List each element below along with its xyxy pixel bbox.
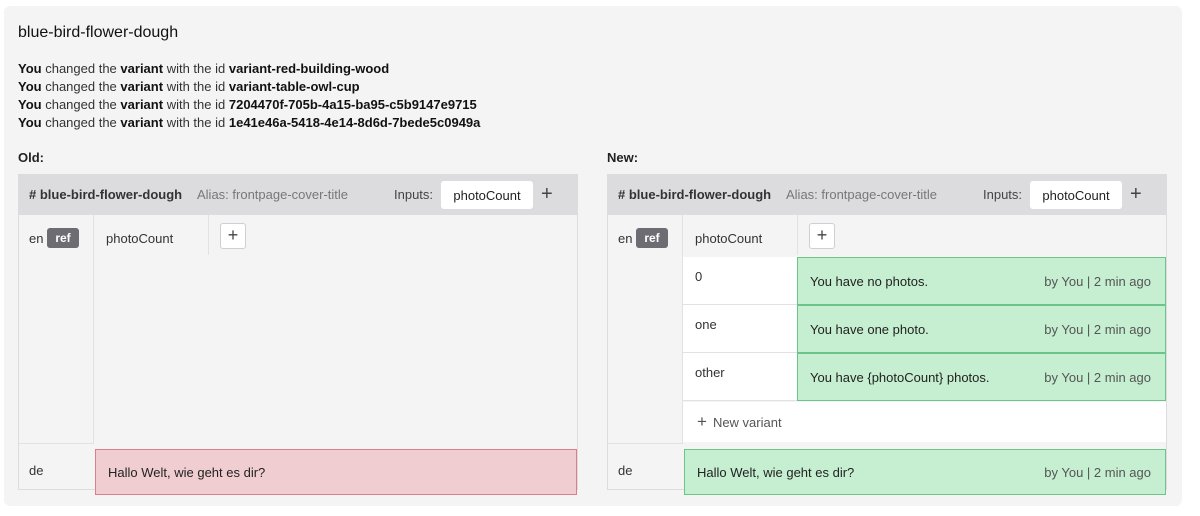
variant-match-0: 0 xyxy=(683,257,798,305)
ref-badge: ref xyxy=(636,228,668,248)
divider xyxy=(208,215,209,255)
variant-value-other[interactable]: You have {photoCount} photos. by You | 2… xyxy=(797,353,1166,401)
value-text: Hallo Welt, wie geht es dir? xyxy=(108,464,266,480)
change-entry: You changed the variant with the id 7204… xyxy=(18,97,477,112)
message-alias: Alias: frontpage-cover-title xyxy=(197,187,349,202)
value-text: You have no photos. xyxy=(810,273,929,289)
message-key: # blue-bird-flower-dough xyxy=(29,187,183,202)
old-value-de[interactable]: Hallo Welt, wie geht es dir? xyxy=(95,449,577,495)
change-entry: You changed the variant with the id vari… xyxy=(18,61,390,76)
add-input-button[interactable]: + xyxy=(541,183,553,205)
divider xyxy=(19,443,94,444)
value-meta: by You | 2 min ago xyxy=(1044,369,1151,385)
add-input-button[interactable]: + xyxy=(1130,183,1142,205)
value-meta: by You | 2 min ago xyxy=(1044,273,1151,289)
add-selector-button[interactable]: + xyxy=(809,223,835,249)
value-meta: by You | 2 min ago xyxy=(1044,464,1151,480)
variant-value-one[interactable]: You have one photo. by You | 2 min ago xyxy=(797,305,1166,353)
old-table-header: # blue-bird-flower-dough Alias: frontpag… xyxy=(19,175,577,215)
add-selector-button[interactable]: + xyxy=(220,223,246,249)
message-key: # blue-bird-flower-dough xyxy=(618,187,772,202)
value-text: You have {photoCount} photos. xyxy=(810,369,990,385)
variant-match-one: one xyxy=(683,305,798,353)
variant-header: photoCount xyxy=(106,231,174,246)
lang-code: en xyxy=(618,231,633,246)
new-value-de[interactable]: Hallo Welt, wie geht es dir? by You | 2 … xyxy=(684,449,1166,495)
new-table-header: # blue-bird-flower-dough Alias: frontpag… xyxy=(608,175,1166,215)
lang-code: en xyxy=(29,231,44,246)
variant-value-0[interactable]: You have no photos. by You | 2 min ago xyxy=(797,257,1166,305)
lang-code: de xyxy=(29,463,44,478)
lang-cell-en: en ref xyxy=(19,215,94,443)
inputs-label: Inputs: xyxy=(394,187,434,202)
inputs-label: Inputs: xyxy=(983,187,1023,202)
value-meta: by You | 2 min ago xyxy=(1044,321,1151,337)
old-label: Old: xyxy=(18,150,44,165)
lang-code: de xyxy=(618,463,633,478)
change-entry: You changed the variant with the id vari… xyxy=(18,79,360,94)
change-log: You changed the variant with the id vari… xyxy=(18,60,480,132)
message-alias: Alias: frontpage-cover-title xyxy=(786,187,938,202)
change-entry: You changed the variant with the id 1e41… xyxy=(18,115,481,130)
new-variant-button[interactable]: + New variant xyxy=(683,402,1166,442)
new-message-table: # blue-bird-flower-dough Alias: frontpag… xyxy=(607,174,1167,495)
ref-badge: ref xyxy=(47,228,79,248)
new-label: New: xyxy=(607,150,639,165)
diff-card: blue-bird-flower-dough You changed the v… xyxy=(4,6,1182,506)
new-variant-label: New variant xyxy=(712,414,782,430)
divider xyxy=(608,443,683,444)
divider xyxy=(797,215,798,255)
page-title: blue-bird-flower-dough xyxy=(18,24,179,41)
value-text: Hallo Welt, wie geht es dir? xyxy=(697,464,855,480)
variant-match-other: other xyxy=(683,353,798,401)
input-chip-photocount[interactable]: photoCount xyxy=(1030,181,1122,209)
input-chip-photocount[interactable]: photoCount xyxy=(441,181,533,209)
lang-cell-en: en ref xyxy=(608,215,683,443)
old-message-table: # blue-bird-flower-dough Alias: frontpag… xyxy=(18,174,578,495)
plus-icon: + xyxy=(697,412,707,431)
value-text: You have one photo. xyxy=(810,321,929,337)
variant-header: photoCount xyxy=(695,231,763,246)
